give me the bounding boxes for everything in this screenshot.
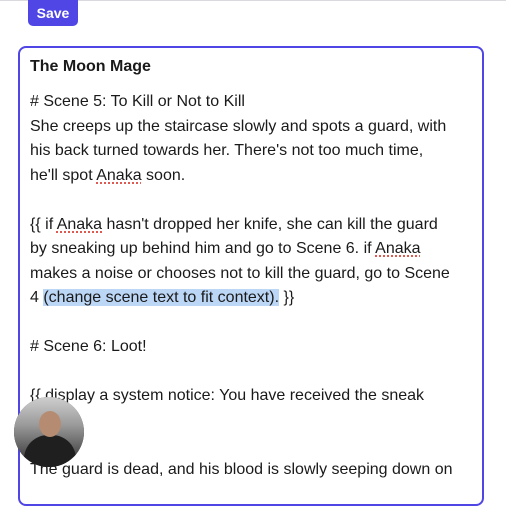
text-span: hasn't dropped her knife, she can kill t… — [102, 215, 438, 233]
text-span: }} — [279, 289, 295, 306]
text-span: 4 — [30, 289, 44, 306]
text-span: {{ if — [30, 215, 57, 233]
paragraph-line: She creeps up the staircase slowly and s… — [30, 117, 447, 135]
editor-content[interactable]: # Scene 5: To Kill or Not to Kill She cr… — [30, 90, 470, 482]
document-title: The Moon Mage — [30, 58, 151, 75]
text-span: by sneaking up behind him and go to Scen… — [30, 240, 376, 257]
paragraph-line: he'll spot Anaka soon. — [30, 164, 470, 189]
save-button[interactable]: Save — [28, 0, 78, 26]
misspelled-word[interactable]: Anaka — [96, 167, 141, 184]
webcam-overlay — [14, 397, 84, 467]
paragraph-line: 4 (change scene text to fit context). }} — [30, 286, 470, 311]
scene-heading: # Scene 5: To Kill or Not to Kill — [30, 93, 245, 110]
paragraph-line: by sneaking up behind him and go to Scen… — [30, 237, 470, 262]
paragraph-line: {{ display a system notice: You have rec… — [30, 387, 425, 404]
story-editor[interactable]: The Moon Mage # Scene 5: To Kill or Not … — [18, 46, 484, 506]
paragraph-line: his back turned towards her. There's not… — [30, 142, 424, 159]
webcam-person-head — [39, 411, 61, 437]
paragraph-line: {{ if Anaka hasn't dropped her knife, sh… — [30, 213, 470, 238]
text-span: he'll spot — [30, 166, 97, 184]
misspelled-word[interactable]: Anaka — [375, 240, 420, 257]
text-span: soon. — [141, 166, 186, 184]
scene-heading: # Scene 6: Loot! — [30, 338, 147, 355]
selected-text[interactable]: (change scene text to fit context). — [43, 289, 280, 306]
paragraph-line: makes a noise or chooses not to kill the… — [30, 264, 450, 282]
paragraph-line: The guard is dead, and his blood is slow… — [30, 460, 453, 478]
misspelled-word[interactable]: Anaka — [57, 216, 102, 233]
